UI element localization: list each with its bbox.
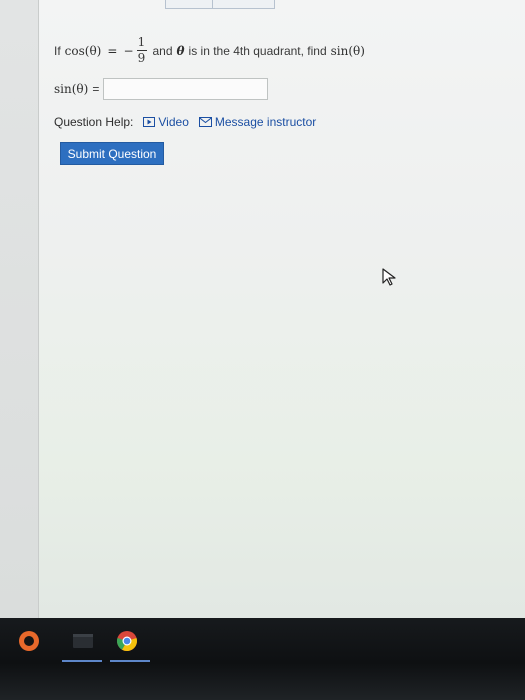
answer-row: sin(θ) =: [54, 78, 269, 100]
taskbar: [0, 618, 525, 700]
taskbar-app-files[interactable]: [68, 626, 98, 656]
mouse-pointer-icon: [382, 268, 396, 286]
video-icon: [143, 117, 156, 127]
cos-function: cos(θ): [64, 43, 102, 58]
minus-sign: −: [123, 43, 134, 58]
fraction-numerator: 1: [137, 35, 146, 49]
video-link[interactable]: Video: [143, 115, 189, 129]
top-tab-strip[interactable]: [165, 0, 275, 9]
sin-function: sin(θ): [330, 43, 365, 58]
submit-question-button[interactable]: Submit Question: [60, 142, 164, 165]
taskbar-app-record[interactable]: [14, 626, 44, 656]
question-and: and: [152, 43, 173, 58]
theta-symbol: θ: [176, 43, 185, 58]
envelope-icon: [198, 117, 212, 127]
question-text: If cos(θ) = − 1 9 and θ is in the 4th qu…: [54, 36, 365, 65]
equals-sign: =: [107, 43, 118, 58]
video-link-label: Video: [158, 115, 189, 129]
record-icon: [19, 631, 39, 651]
taskbar-app-chrome[interactable]: [112, 626, 142, 656]
active-app-underline: [62, 660, 102, 662]
files-icon: [73, 634, 93, 648]
chrome-icon: [117, 631, 137, 652]
chrome-underline: [110, 660, 150, 662]
screen: If cos(θ) = − 1 9 and θ is in the 4th qu…: [0, 0, 525, 700]
answer-input[interactable]: [103, 78, 269, 100]
answer-equals: =: [92, 82, 100, 96]
question-help-label: Question Help:: [54, 115, 134, 129]
left-margin: [0, 0, 38, 618]
fraction: 1 9: [136, 35, 147, 65]
tab-divider: [212, 0, 213, 8]
message-instructor-link[interactable]: Message instructor: [198, 115, 317, 129]
question-prefix: If: [54, 43, 61, 58]
fraction-denominator: 9: [137, 51, 146, 65]
message-instructor-label: Message instructor: [214, 115, 317, 129]
question-suffix: is in the 4th quadrant, find: [188, 43, 327, 58]
question-help: Question Help: Video Message instructor: [54, 115, 316, 129]
answer-label: sin(θ): [54, 82, 89, 96]
